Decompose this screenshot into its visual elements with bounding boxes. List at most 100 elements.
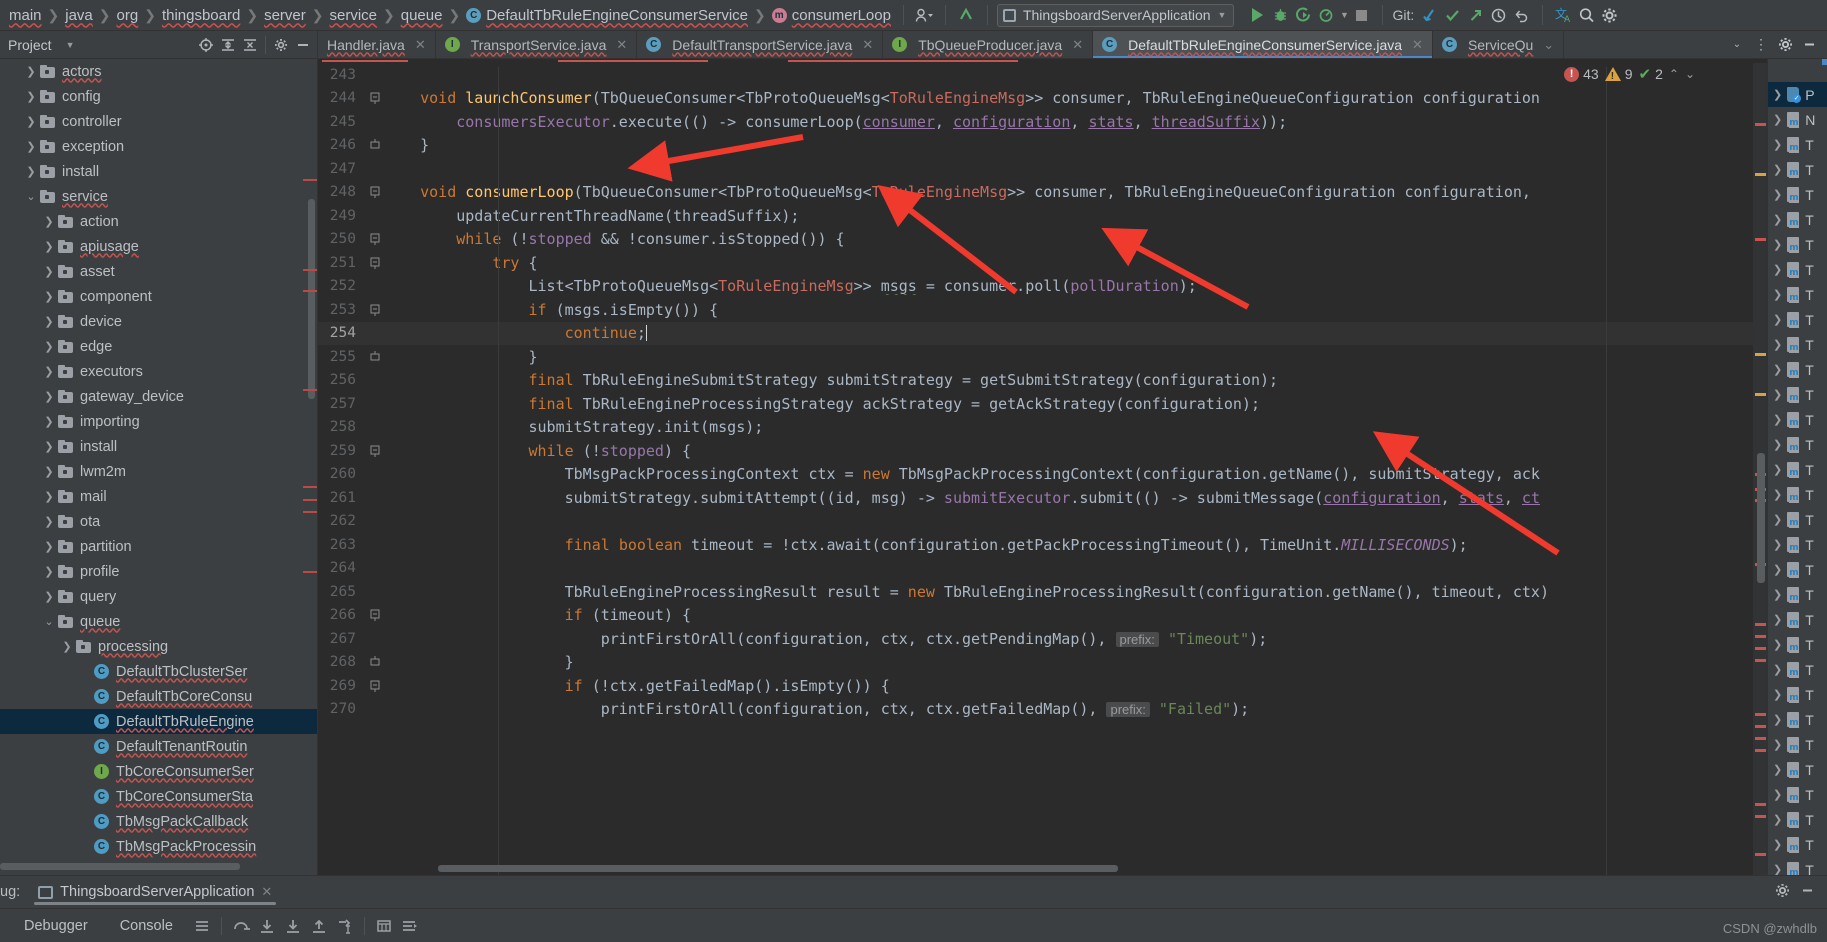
- maven-row[interactable]: ❯ m T: [1768, 482, 1827, 507]
- chevron-right-icon[interactable]: ❯: [1773, 213, 1782, 226]
- code-line-258[interactable]: 258 submitStrategy.init(msgs);: [318, 416, 1767, 440]
- history-icon[interactable]: [1487, 4, 1510, 27]
- tree-node-apiusage[interactable]: ❯ apiusage: [0, 234, 317, 259]
- line-number[interactable]: 259: [318, 443, 366, 459]
- chevron-right-icon[interactable]: ❯: [1773, 763, 1782, 776]
- run-icon[interactable]: [1246, 4, 1269, 27]
- maven-row[interactable]: ❯ m T: [1768, 282, 1827, 307]
- line-number[interactable]: 254: [318, 325, 366, 341]
- maven-row[interactable]: ❯ m T: [1768, 257, 1827, 282]
- code-line-251[interactable]: 251 try {: [318, 251, 1767, 275]
- tree-node-defaulttbcoreconsu[interactable]: C DefaultTbCoreConsu: [0, 684, 317, 709]
- gear-icon[interactable]: [1775, 35, 1795, 55]
- tree-node-partition[interactable]: ❯ partition: [0, 534, 317, 559]
- chevron-up-icon[interactable]: ⌃: [1669, 67, 1679, 81]
- tree-node-defaulttbclusterser[interactable]: C DefaultTbClusterSer: [0, 659, 317, 684]
- code-line-265[interactable]: 265 TbRuleEngineProcessingResult result …: [318, 580, 1767, 604]
- chevron-right-icon[interactable]: ❯: [1773, 863, 1782, 875]
- maven-row[interactable]: ❯ m T: [1768, 807, 1827, 832]
- code-line-267[interactable]: 267 printFirstOrAll(configuration, ctx, …: [318, 627, 1767, 651]
- maven-row[interactable]: ❯ m T: [1768, 657, 1827, 682]
- fold-open-icon[interactable]: [366, 445, 384, 457]
- line-number[interactable]: 267: [318, 631, 366, 647]
- step-out-icon[interactable]: [306, 914, 332, 938]
- line-number[interactable]: 244: [318, 90, 366, 106]
- warning-count[interactable]: ! 9: [1604, 66, 1633, 82]
- weak-warning-count[interactable]: ✔ 2: [1639, 65, 1663, 83]
- line-number[interactable]: 263: [318, 537, 366, 553]
- menu-icon[interactable]: [189, 914, 215, 938]
- project-panel-title[interactable]: Project: [8, 37, 52, 53]
- maven-row[interactable]: ❯ ✓ P: [1768, 82, 1827, 107]
- search-icon[interactable]: [1575, 4, 1598, 27]
- tree-node-gateway_device[interactable]: ❯ gateway_device: [0, 384, 317, 409]
- maven-row[interactable]: ❯ m T: [1768, 782, 1827, 807]
- maven-row[interactable]: ❯ m T: [1768, 857, 1827, 875]
- line-number[interactable]: 260: [318, 466, 366, 482]
- chevron-down-icon[interactable]: ⌄: [22, 190, 40, 203]
- close-icon[interactable]: ✕: [1412, 37, 1423, 53]
- chevron-right-icon[interactable]: ❯: [1773, 363, 1782, 376]
- maven-row[interactable]: ❯ m T: [1768, 607, 1827, 632]
- tree-node-action[interactable]: ❯ action: [0, 209, 317, 234]
- tree-vertical-scrollbar[interactable]: [308, 199, 315, 399]
- line-number[interactable]: 265: [318, 584, 366, 600]
- chevron-right-icon[interactable]: ❯: [1773, 413, 1782, 426]
- maven-row[interactable]: ❯ m T: [1768, 832, 1827, 857]
- chevron-right-icon[interactable]: ❯: [1773, 463, 1782, 476]
- maven-row[interactable]: ❯ m T: [1768, 582, 1827, 607]
- code-line-270[interactable]: 270 printFirstOrAll(configuration, ctx, …: [318, 698, 1767, 722]
- hide-icon[interactable]: [1799, 35, 1819, 55]
- tree-node-config[interactable]: ❯ config: [0, 84, 317, 109]
- fold-close-icon[interactable]: [366, 139, 384, 151]
- tree-node-defaulttenantroutin[interactable]: C DefaultTenantRoutin: [0, 734, 317, 759]
- code-lines[interactable]: 2 43 244 void launchConsumer(TbQueueConsum…: [318, 63, 1767, 875]
- close-icon[interactable]: ✕: [415, 37, 426, 53]
- line-number[interactable]: 257: [318, 396, 366, 412]
- tree-node-ota[interactable]: ❯ ota: [0, 509, 317, 534]
- chevron-right-icon[interactable]: ❯: [1773, 513, 1782, 526]
- chevron-right-icon[interactable]: ❯: [1773, 238, 1782, 251]
- tree-node-asset[interactable]: ❯ asset: [0, 259, 317, 284]
- close-icon[interactable]: ✕: [616, 37, 627, 53]
- run-to-cursor-icon[interactable]: [332, 914, 358, 938]
- code-line-266[interactable]: 266 if (timeout) {: [318, 604, 1767, 628]
- chevron-right-icon[interactable]: ❯: [1773, 538, 1782, 551]
- editor-tab-servicequ[interactable]: C ServiceQu ⌄: [1433, 31, 1565, 58]
- gear-icon[interactable]: [271, 35, 291, 55]
- editor-horizontal-scrollbar[interactable]: [438, 865, 1118, 872]
- chevron-right-icon[interactable]: ❯: [58, 640, 76, 653]
- code-line-262[interactable]: 262: [318, 510, 1767, 534]
- maven-row[interactable]: ❯ m T: [1768, 707, 1827, 732]
- line-number[interactable]: 261: [318, 490, 366, 506]
- code-line-245[interactable]: 245 consumersExecutor.execute(() -> cons…: [318, 110, 1767, 134]
- maven-row[interactable]: ❯ m T: [1768, 432, 1827, 457]
- git-commit-icon[interactable]: [1441, 4, 1464, 27]
- code-line-264[interactable]: 264: [318, 557, 1767, 581]
- more-vertical-icon[interactable]: ⋮: [1751, 35, 1771, 55]
- hide-icon[interactable]: [293, 35, 313, 55]
- chevron-right-icon[interactable]: ❯: [1773, 738, 1782, 751]
- chevron-right-icon[interactable]: ❯: [1773, 563, 1782, 576]
- tree-node-query[interactable]: ❯ query: [0, 584, 317, 609]
- chevron-right-icon[interactable]: ❯: [40, 590, 58, 603]
- code-line-255[interactable]: 255 }: [318, 345, 1767, 369]
- fold-close-icon[interactable]: [366, 350, 384, 363]
- chevron-right-icon[interactable]: ❯: [40, 340, 58, 353]
- chevron-down-icon[interactable]: ⌄: [1543, 37, 1554, 53]
- chevron-right-icon[interactable]: ❯: [40, 415, 58, 428]
- git-pull-icon[interactable]: [1418, 4, 1441, 27]
- step-over-icon[interactable]: [228, 914, 254, 938]
- chevron-right-icon[interactable]: ❯: [40, 565, 58, 578]
- gear-icon[interactable]: [1598, 4, 1621, 27]
- threads-icon[interactable]: [397, 914, 423, 938]
- project-tree[interactable]: ❯ actors ❯ config ❯ controller ❯ exception ❯ inst…: [0, 59, 318, 875]
- maven-row[interactable]: ❯ m T: [1768, 682, 1827, 707]
- line-number[interactable]: 249: [318, 208, 366, 224]
- line-number[interactable]: 268: [318, 654, 366, 670]
- maven-row[interactable]: ❯ m T: [1768, 357, 1827, 382]
- code-line-247[interactable]: 247: [318, 157, 1767, 181]
- tab-debugger[interactable]: Debugger: [8, 918, 104, 934]
- line-number[interactable]: 253: [318, 302, 366, 318]
- maven-row[interactable]: ❯ m T: [1768, 157, 1827, 182]
